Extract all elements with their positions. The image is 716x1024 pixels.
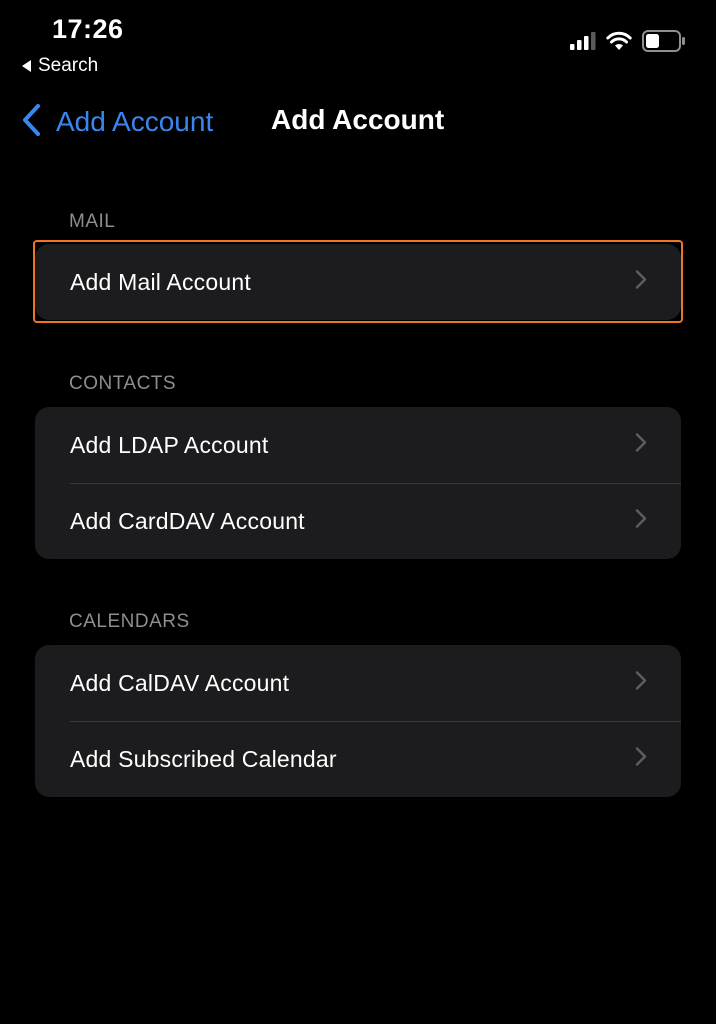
chevron-right-icon: [635, 270, 647, 295]
list-item-add-ldap-account[interactable]: Add LDAP Account: [35, 407, 681, 483]
chevron-right-icon: [635, 747, 647, 772]
chevron-left-icon: [20, 103, 42, 142]
list-item-add-mail-account[interactable]: Add Mail Account: [35, 244, 681, 320]
mail-group: Add Mail Account: [35, 244, 681, 320]
back-to-app-label: Search: [38, 55, 99, 76]
list-item-label: Add Subscribed Calendar: [70, 745, 337, 772]
chevron-right-icon: [635, 509, 647, 534]
section-header-mail: MAIL: [69, 211, 116, 232]
section-header-contacts: CONTACTS: [69, 373, 177, 394]
section-header-calendars: CALENDARS: [69, 611, 190, 632]
wifi-icon: [606, 31, 632, 56]
list-item-add-subscribed-calendar[interactable]: Add Subscribed Calendar: [35, 721, 681, 797]
list-item-label: Add Mail Account: [70, 268, 251, 295]
list-item-label: Add CardDAV Account: [70, 507, 305, 534]
back-button-label: Add Account: [56, 106, 214, 137]
chevron-right-icon: [635, 433, 647, 458]
chevron-right-icon: [635, 671, 647, 696]
list-item-add-caldav-account[interactable]: Add CalDAV Account: [35, 645, 681, 721]
list-item-add-carddav-account[interactable]: Add CardDAV Account: [35, 483, 681, 559]
cellular-signal-icon: [570, 32, 596, 55]
back-to-app-link[interactable]: Search: [22, 55, 98, 77]
list-item-label: Add CalDAV Account: [70, 669, 290, 696]
contacts-group: Add LDAP Account Add CardDAV Account: [35, 407, 681, 559]
status-time: 17:26: [52, 14, 124, 44]
page-title: Add Account: [271, 104, 445, 135]
list-item-label: Add LDAP Account: [70, 431, 269, 458]
back-triangle-icon: [22, 60, 31, 72]
back-button[interactable]: Add Account: [20, 100, 213, 144]
calendars-group: Add CalDAV Account Add Subscribed Calend…: [35, 645, 681, 797]
status-icons: [570, 30, 686, 57]
battery-icon: [642, 30, 686, 57]
